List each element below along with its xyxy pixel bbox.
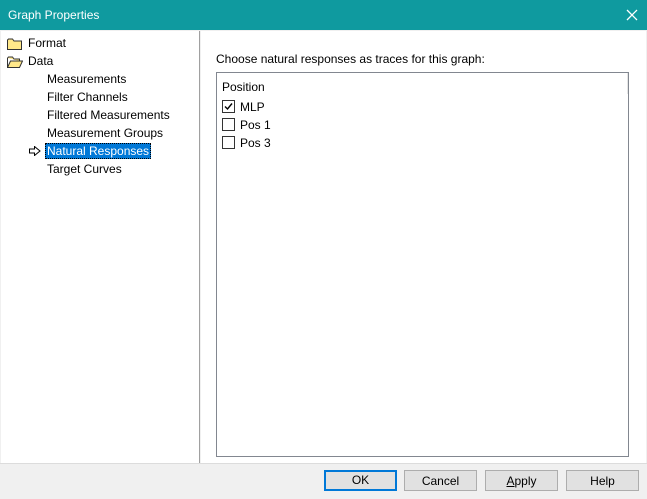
tree-item-label: Measurements [45,71,128,87]
property-tree[interactable]: Format Data Measurements Filter Channels… [1,31,200,463]
close-icon [626,9,638,21]
folder-icon [7,38,23,50]
button-bar: OK Cancel Apply Help [0,463,647,499]
tree-item-label: Filter Channels [45,89,130,105]
tree-item-format[interactable]: Format [7,35,68,51]
tree-item-label: Format [26,35,68,51]
panel-prompt: Choose natural responses as traces for t… [216,52,485,66]
help-button[interactable]: Help [566,470,639,491]
ok-button[interactable]: OK [324,470,397,491]
open-folder-icon [7,56,23,68]
tree-item-label: Target Curves [45,161,124,177]
natural-responses-panel: Choose natural responses as traces for t… [201,31,646,463]
tree-item-label: Natural Responses [45,143,151,159]
checkmark-icon [223,101,234,112]
list-item[interactable]: Pos 1 [222,117,271,133]
title-bar: Graph Properties [0,0,647,30]
checkbox-pos-3[interactable] [222,136,235,149]
column-divider [627,73,628,94]
close-button[interactable] [617,0,647,30]
window-title: Graph Properties [8,8,99,22]
list-item[interactable]: Pos 3 [222,135,271,151]
position-listbox[interactable]: Position MLP Pos 1 Pos 3 [216,72,629,457]
checkbox-mlp[interactable] [222,100,235,113]
tree-item-target-curves[interactable]: Target Curves [45,161,124,177]
tree-item-natural-responses[interactable]: Natural Responses [45,143,151,159]
apply-label-first: A [506,474,514,488]
item-label: MLP [240,100,265,114]
tree-item-label: Filtered Measurements [45,107,172,123]
apply-button[interactable]: Apply [485,470,558,491]
tree-item-data[interactable]: Data [7,53,55,69]
checkbox-pos-1[interactable] [222,118,235,131]
cancel-button[interactable]: Cancel [404,470,477,491]
column-header-position[interactable]: Position [222,80,265,94]
tree-item-label: Measurement Groups [45,125,165,141]
graph-properties-dialog: Graph Properties Format Data Measurement… [0,0,647,498]
list-item[interactable]: MLP [222,99,265,115]
tree-item-measurements[interactable]: Measurements [45,71,128,87]
apply-label-rest: pply [515,474,537,488]
item-label: Pos 3 [240,136,271,150]
tree-item-measurement-groups[interactable]: Measurement Groups [45,125,165,141]
tree-item-label: Data [26,53,55,69]
item-label: Pos 1 [240,118,271,132]
current-arrow-icon [29,146,41,156]
tree-item-filtered-measurements[interactable]: Filtered Measurements [45,107,172,123]
tree-item-filter-channels[interactable]: Filter Channels [45,89,130,105]
